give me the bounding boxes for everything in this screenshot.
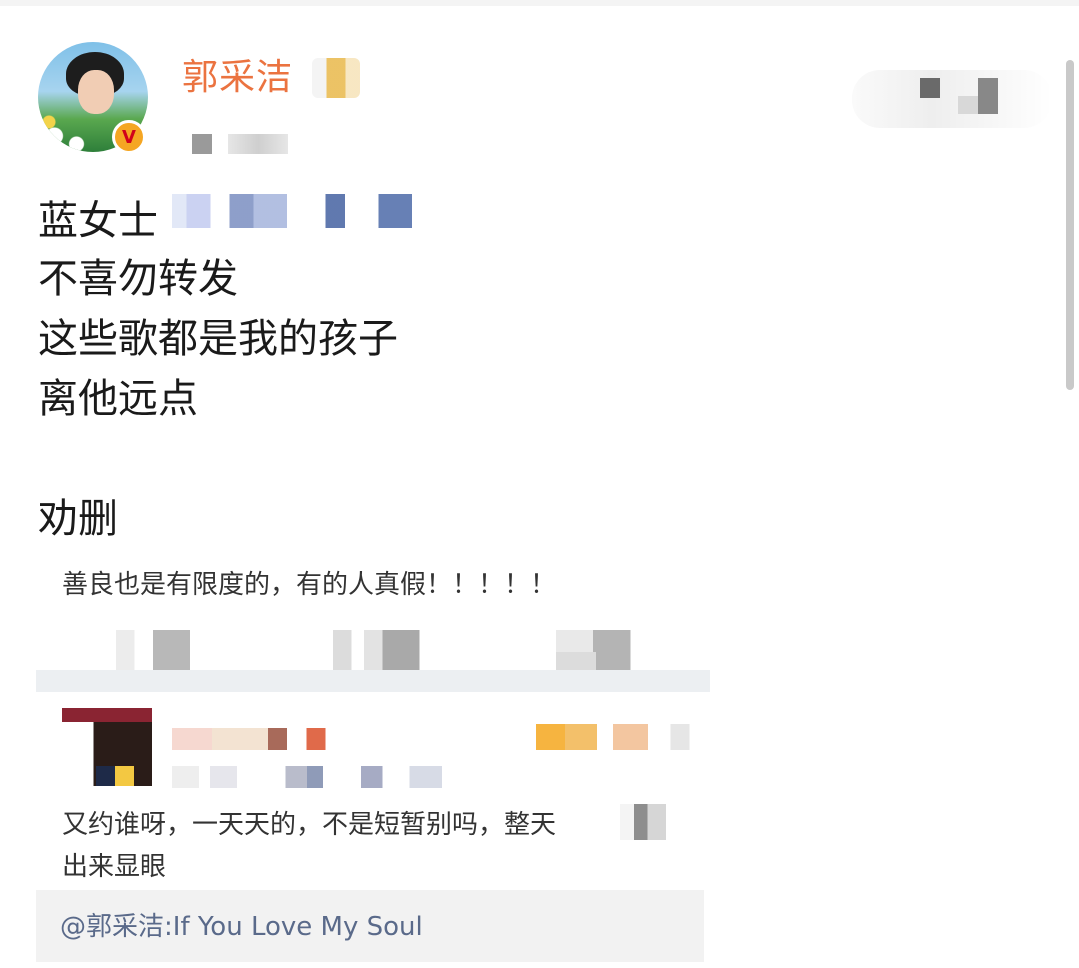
post-line-3: 这些歌都是我的孩子 [38, 316, 398, 362]
verified-badge-icon: V [112, 120, 146, 154]
blurred-emoji [312, 58, 360, 98]
post-line-1: 蓝女士 [38, 198, 158, 244]
section-divider [36, 670, 710, 692]
blurred-like-area[interactable] [536, 724, 696, 750]
blurred-emoji-row [172, 194, 412, 228]
mention-link[interactable]: @郭采洁 [60, 912, 164, 942]
comment-text-line-1: 又约谁呀，一天天的，不是短暂别吗，整天 [62, 810, 557, 840]
blurred-commenter-name [172, 728, 332, 750]
post-line-5: 劝删 [38, 496, 118, 542]
blurred-action-row-2 [556, 652, 596, 672]
blurred-comment-meta [172, 766, 442, 788]
post-line-2: 不喜勿转发 [38, 256, 238, 302]
comment-text-line-2: 出来显眼 [62, 852, 167, 882]
blurred-follow-mark-2 [978, 78, 998, 114]
blurred-follow-mark-3 [958, 96, 978, 114]
avatar-face [78, 70, 114, 114]
scrollbar[interactable] [1066, 60, 1074, 390]
author-name[interactable]: 郭采洁 [182, 48, 293, 100]
quoted-post-text: 善良也是有限度的，有的人真假！！！！！ [62, 570, 557, 600]
repost-song-title: :If You Love My Soul [164, 912, 423, 942]
blurred-emoji-in-comment [620, 804, 666, 840]
blurred-timestamp-2 [228, 134, 288, 154]
blurred-timestamp [192, 134, 212, 154]
top-edge [0, 0, 1079, 6]
blurred-follow-mark [920, 78, 940, 98]
post-line-4: 离他远点 [38, 376, 198, 422]
commenter-avatar-2 [96, 766, 134, 786]
blurred-follow-button[interactable] [852, 70, 1052, 128]
repost-text: @郭采洁:If You Love My Soul [60, 906, 423, 943]
